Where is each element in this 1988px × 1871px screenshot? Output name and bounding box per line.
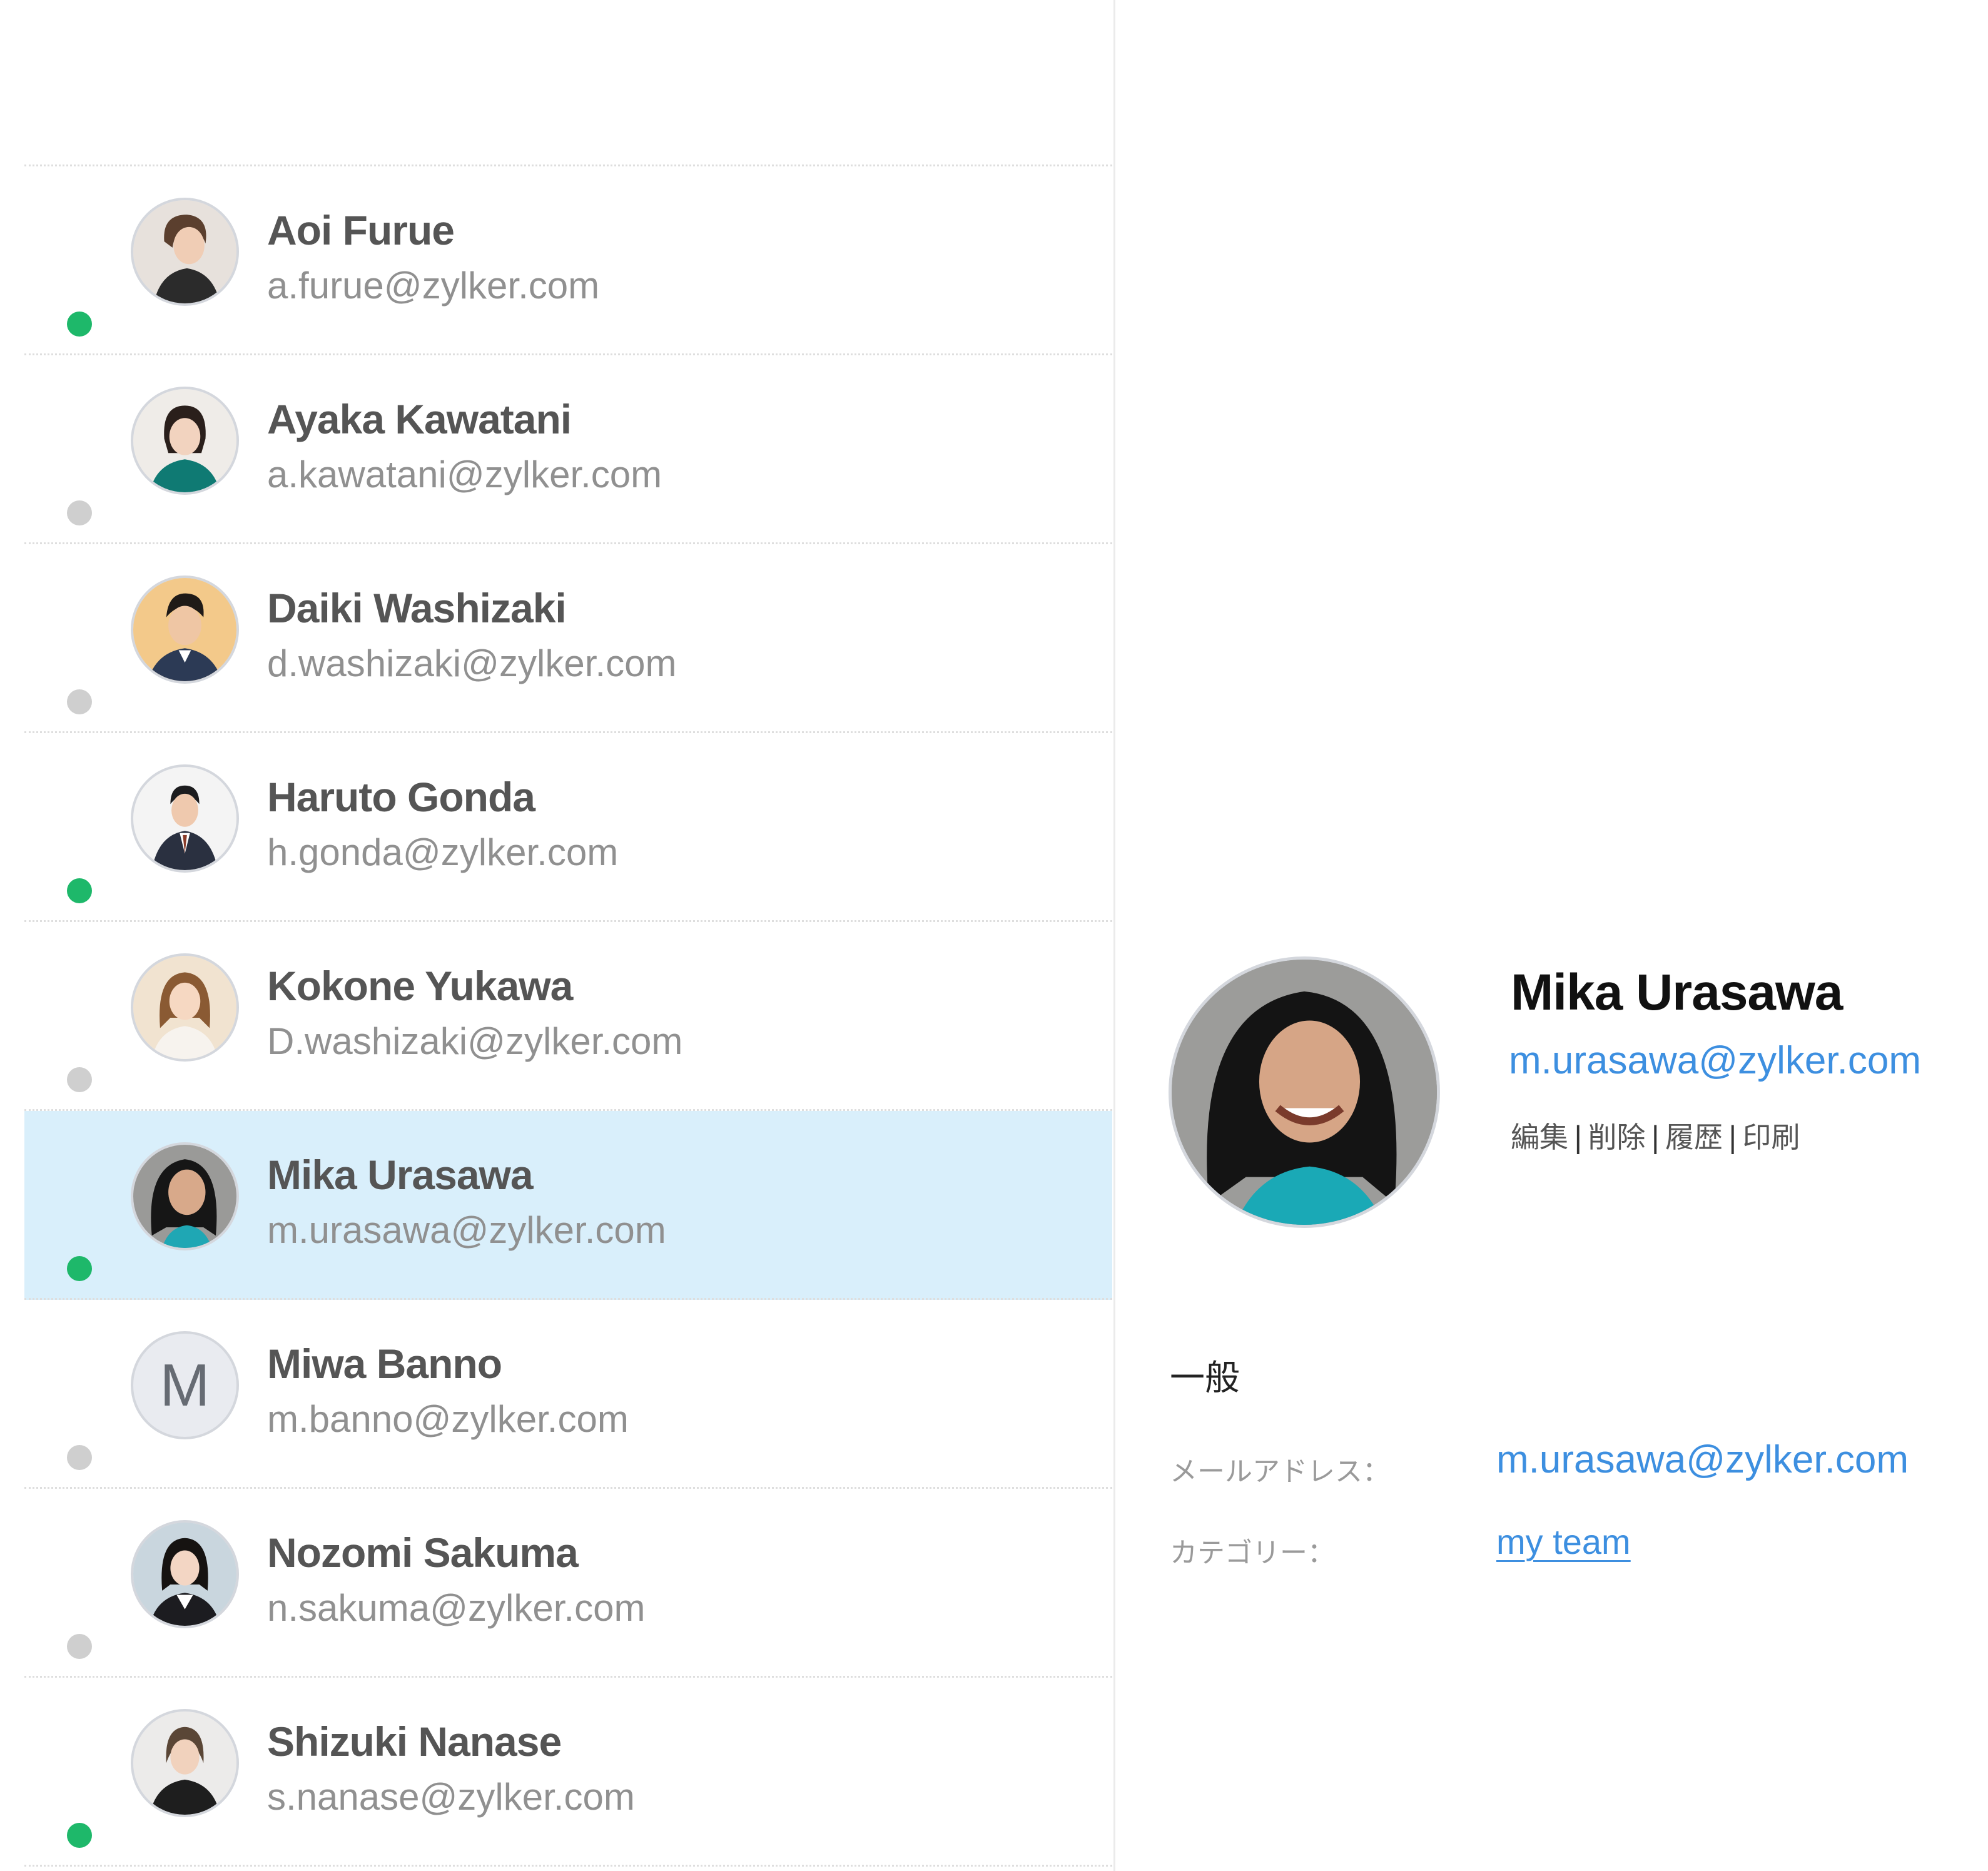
category-field-label: カテゴリー： — [1170, 1537, 1335, 1569]
contact-list: Aoi Furue a.furue@zylker.com Ayaka Kawat… — [24, 165, 1112, 1867]
edit-button[interactable]: 編集 — [1511, 1120, 1568, 1154]
contact-name: Aoi Furue — [267, 207, 455, 253]
contact-email: d.washizaki@zylker.com — [267, 642, 677, 684]
avatar — [131, 575, 239, 684]
contact-email: h.gonda@zylker.com — [267, 831, 619, 873]
email-field-value[interactable]: m.urasawa@zylker.com — [1496, 1437, 1909, 1482]
contact-name: Miwa Banno — [267, 1341, 502, 1387]
contact-email: a.furue@zylker.com — [267, 265, 600, 307]
avatar — [131, 198, 239, 306]
contact-row[interactable]: Nozomi Sakuma n.sakuma@zylker.com — [24, 1489, 1112, 1678]
avatar-initial: M — [131, 1331, 239, 1439]
section-title-general: 一般 — [1170, 1358, 1240, 1399]
status-offline-indicator — [67, 689, 92, 714]
action-separator: | — [1650, 1120, 1661, 1154]
avatar — [131, 764, 239, 873]
category-link[interactable]: my team — [1496, 1521, 1631, 1562]
status-offline-indicator — [67, 1445, 92, 1470]
detail-name: Mika Urasawa — [1511, 964, 1843, 1021]
action-separator: | — [1728, 1120, 1738, 1154]
contact-email: n.sakuma@zylker.com — [267, 1587, 646, 1629]
contact-row[interactable]: Aoi Furue a.furue@zylker.com — [24, 166, 1112, 355]
status-offline-indicator — [67, 1067, 92, 1092]
contact-row[interactable]: Kokone Yukawa D.washizaki@zylker.com — [24, 922, 1112, 1111]
status-offline-indicator — [67, 1634, 92, 1659]
contact-row-selected[interactable]: Mika Urasawa m.urasawa@zylker.com — [24, 1111, 1112, 1300]
avatar — [131, 953, 239, 1062]
contact-row[interactable]: Ayaka Kawatani a.kawatani@zylker.com — [24, 355, 1112, 544]
avatar — [131, 1142, 239, 1250]
avatar — [131, 1520, 239, 1628]
detail-actions: 編集 | 削除 | 履歴 | 印刷 — [1511, 1115, 1800, 1156]
contact-name: Daiki Washizaki — [267, 585, 567, 631]
contact-row[interactable]: Haruto Gonda h.gonda@zylker.com — [24, 733, 1112, 922]
email-field-label: メールアドレス： — [1170, 1456, 1390, 1488]
action-separator: | — [1573, 1120, 1583, 1154]
contact-name: Kokone Yukawa — [267, 963, 573, 1009]
status-online-indicator — [67, 878, 92, 903]
status-online-indicator — [67, 312, 92, 337]
contact-email: m.urasawa@zylker.com — [267, 1209, 666, 1251]
contact-name: Ayaka Kawatani — [267, 396, 572, 442]
history-button[interactable]: 履歴 — [1665, 1120, 1723, 1154]
status-offline-indicator — [67, 500, 92, 525]
contact-name: Nozomi Sakuma — [267, 1529, 579, 1576]
contact-row[interactable]: Shizuki Nanase s.nanase@zylker.com — [24, 1678, 1112, 1867]
detail-email-link[interactable]: m.urasawa@zylker.com — [1509, 1038, 1921, 1083]
avatar — [131, 387, 239, 495]
print-button[interactable]: 印刷 — [1743, 1120, 1800, 1154]
contact-email: D.washizaki@zylker.com — [267, 1020, 683, 1062]
status-online-indicator — [67, 1823, 92, 1848]
detail-avatar — [1169, 956, 1440, 1228]
contact-name: Shizuki Nanase — [267, 1718, 562, 1765]
contact-email: m.banno@zylker.com — [267, 1398, 629, 1440]
contact-name: Mika Urasawa — [267, 1152, 534, 1198]
contact-row[interactable]: M Miwa Banno m.banno@zylker.com — [24, 1300, 1112, 1489]
contact-name: Haruto Gonda — [267, 774, 535, 820]
contact-row[interactable]: Daiki Washizaki d.washizaki@zylker.com — [24, 544, 1112, 733]
contact-email: a.kawatani@zylker.com — [267, 454, 662, 495]
contact-email: s.nanase@zylker.com — [267, 1776, 635, 1818]
status-online-indicator — [67, 1256, 92, 1281]
avatar — [131, 1709, 239, 1817]
delete-button[interactable]: 削除 — [1588, 1120, 1646, 1154]
panel-divider — [1113, 0, 1115, 1871]
